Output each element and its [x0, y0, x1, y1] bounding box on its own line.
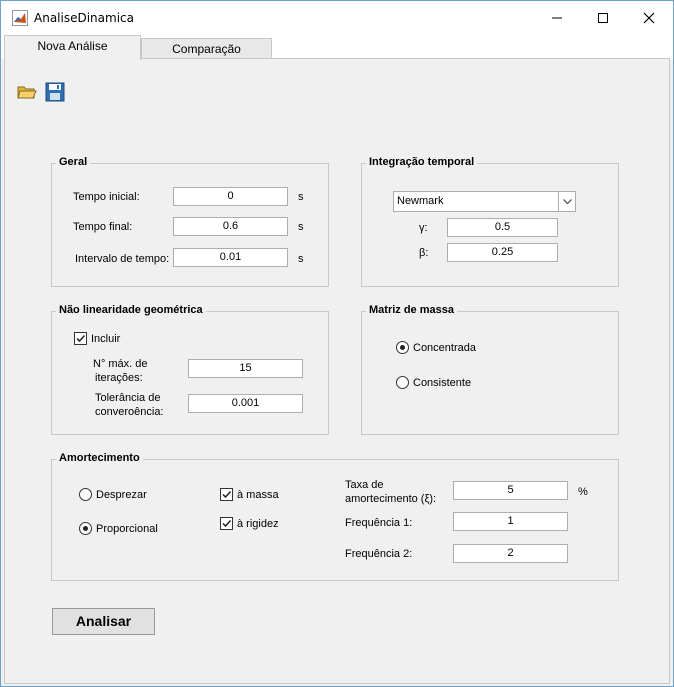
title-bar: AnaliseDinamica [1, 1, 673, 34]
app-window: AnaliseDinamica Nova Análise Comparação [0, 0, 674, 687]
massa-checkbox[interactable] [220, 488, 233, 501]
tempo-inicial-field[interactable]: 0 [173, 187, 288, 206]
tolerancia-label-line1: Tolerância de [95, 392, 161, 404]
intervalo-unit: s [298, 253, 304, 265]
nao-linearidade-panel-title: Não linearidade geométrica [56, 304, 206, 316]
intervalo-label: Intervalo de tempo: [75, 253, 170, 265]
integracao-panel-title: Integração temporal [366, 156, 478, 168]
concentrada-label: Concentrada [413, 342, 476, 354]
tempo-final-label: Tempo final: [73, 221, 133, 233]
tempo-inicial-unit: s [298, 191, 304, 203]
chevron-down-icon [558, 192, 575, 211]
freq2-label: Frequência 2: [345, 548, 413, 560]
desprezar-radio[interactable] [79, 488, 92, 501]
tab-comparacao[interactable]: Comparação [141, 38, 272, 60]
tab-label: Comparação [172, 42, 241, 56]
checkmark-icon [222, 490, 232, 499]
freq2-field[interactable]: 2 [453, 544, 568, 563]
close-button[interactable] [626, 1, 672, 34]
incluir-checkbox[interactable] [74, 332, 87, 345]
window-title: AnaliseDinamica [34, 11, 134, 25]
taxa-unit: % [578, 486, 588, 498]
freq1-field[interactable]: 1 [453, 512, 568, 531]
floppy-disk-icon [45, 82, 65, 102]
desprezar-label: Desprezar [96, 489, 147, 501]
tab-bar: Nova Análise Comparação [1, 34, 673, 60]
consistente-label: Consistente [413, 377, 472, 389]
integracao-method-select[interactable]: Newmark [393, 191, 576, 212]
tolerancia-label-line2: converoência: [95, 406, 164, 418]
iteracoes-label-line2: iterações: [95, 372, 143, 384]
minimize-button[interactable] [534, 1, 580, 34]
proporcional-radio[interactable] [79, 522, 92, 535]
checkmark-icon [222, 519, 232, 528]
save-file-button[interactable] [44, 81, 66, 103]
massa-label: à massa [237, 489, 279, 501]
checkmark-icon [76, 334, 86, 343]
intervalo-field[interactable]: 0.01 [173, 248, 288, 267]
beta-field[interactable]: 0.25 [447, 243, 558, 262]
analisar-button[interactable]: Analisar [52, 608, 155, 635]
rigidez-checkbox[interactable] [220, 517, 233, 530]
matriz-massa-panel: Matriz de massa [361, 304, 619, 435]
matriz-massa-panel-title: Matriz de massa [366, 304, 457, 316]
iteracoes-label-line1: N° máx. de [93, 358, 148, 370]
close-icon [643, 12, 655, 23]
gamma-field[interactable]: 0.5 [447, 218, 558, 237]
minimize-icon [552, 17, 562, 18]
proporcional-label: Proporcional [96, 523, 158, 535]
folder-open-icon [17, 86, 37, 99]
integracao-method-value: Newmark [397, 195, 444, 207]
concentrada-radio[interactable] [396, 341, 409, 354]
tab-label: Nova Análise [37, 39, 108, 53]
taxa-field[interactable]: 5 [453, 481, 568, 500]
incluir-label: Incluir [91, 333, 121, 345]
tempo-final-field[interactable]: 0.6 [173, 217, 288, 236]
taxa-label-line2: amortecimento (ξ): [345, 493, 437, 505]
amortecimento-panel-title: Amortecimento [56, 452, 143, 464]
tab-nova-analise[interactable]: Nova Análise [4, 35, 141, 60]
rigidez-label: à rigidez [237, 518, 279, 530]
maximize-button[interactable] [580, 1, 626, 34]
tempo-inicial-label: Tempo inicial: [73, 191, 140, 203]
beta-label: β: [419, 247, 429, 259]
tolerancia-field[interactable]: 0.001 [188, 394, 303, 413]
tempo-final-unit: s [298, 221, 304, 233]
geral-panel-title: Geral [56, 156, 91, 168]
gamma-label: γ: [419, 222, 428, 234]
open-file-button[interactable] [16, 81, 38, 103]
iteracoes-field[interactable]: 15 [188, 359, 303, 378]
consistente-radio[interactable] [396, 376, 409, 389]
freq1-label: Frequência 1: [345, 517, 413, 529]
taxa-label-line1: Taxa de [345, 479, 384, 491]
matlab-icon [12, 10, 28, 26]
maximize-icon [598, 12, 608, 23]
